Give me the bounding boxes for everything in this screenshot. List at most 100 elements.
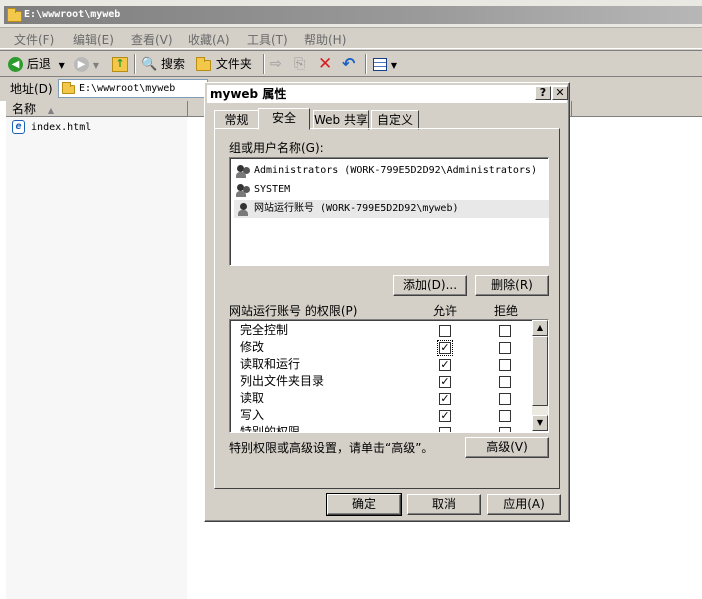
- views-button[interactable]: ▼: [373, 54, 397, 74]
- folder-icon: [7, 8, 22, 22]
- perm-name: 读取: [240, 391, 265, 405]
- user-name: 网站运行账号 (WORK-799E5D2D92\myweb): [254, 203, 459, 214]
- scroll-thumb[interactable]: [532, 336, 548, 406]
- deny-checkbox[interactable]: [499, 342, 511, 354]
- delete-button[interactable]: ✕: [318, 54, 332, 74]
- question-icon: ?: [539, 86, 547, 99]
- tab-general-label: 常规: [224, 113, 249, 127]
- perm-row: 列出文件夹目录: [240, 373, 324, 390]
- help-button[interactable]: ?: [535, 86, 551, 100]
- allow-checkbox[interactable]: ✓: [439, 410, 451, 422]
- tab-web-sharing[interactable]: Web 共享: [313, 110, 369, 130]
- search-label: 搜索: [161, 57, 186, 71]
- deny-column-label: 拒绝: [494, 304, 519, 318]
- menu-file[interactable]: 文件(F): [14, 31, 54, 48]
- menu-view[interactable]: 查看(V): [131, 31, 173, 48]
- address-input[interactable]: E:\wwwroot\myweb: [58, 79, 208, 98]
- deny-checkbox[interactable]: [499, 393, 511, 405]
- back-label: 后退: [26, 57, 51, 71]
- users-listbox[interactable]: Administrators (WORK-799E5D2D92\Administ…: [229, 157, 549, 266]
- toolbar-separator: [134, 54, 136, 74]
- remove-button[interactable]: 删除(R): [475, 275, 549, 296]
- folders-label: 文件夹: [215, 57, 252, 71]
- cancel-button[interactable]: 取消: [407, 494, 481, 515]
- sort-ascending-icon: ▲: [47, 106, 54, 115]
- allow-checkbox[interactable]: ✓: [437, 340, 453, 356]
- add-button[interactable]: 添加(D)...: [393, 275, 467, 296]
- allow-checkbox[interactable]: ✓: [439, 376, 451, 388]
- allow-checkbox[interactable]: [439, 325, 451, 337]
- ok-button[interactable]: 确定: [326, 493, 402, 516]
- scroll-up-icon[interactable]: ▲: [532, 320, 548, 336]
- groups-label: 组或用户名称(G):: [229, 141, 324, 155]
- move-to-button[interactable]: ⇨: [270, 54, 282, 74]
- forward-dropdown-icon[interactable]: ▼: [93, 61, 99, 70]
- window-title: E:\wwwroot\myweb: [4, 6, 702, 24]
- column-header-name[interactable]: 名称 ▲: [6, 101, 188, 117]
- deny-checkbox[interactable]: [499, 427, 511, 432]
- file-name: index.html: [31, 122, 92, 133]
- copy-to-button[interactable]: ⎘: [294, 54, 305, 74]
- scroll-down-icon[interactable]: ▼: [532, 415, 548, 431]
- html-file-icon: e: [12, 120, 25, 134]
- tab-general[interactable]: 常规: [214, 110, 259, 130]
- perm-row: 特别的权限: [240, 424, 301, 433]
- back-button[interactable]: ◀ 后退 ▼: [8, 54, 65, 74]
- tab-security[interactable]: 安全: [258, 108, 310, 130]
- menu-favorites[interactable]: 收藏(A): [188, 31, 230, 48]
- user-row-myweb[interactable]: 网站运行账号 (WORK-799E5D2D92\myweb): [234, 200, 549, 218]
- perm-name: 写入: [240, 408, 265, 422]
- allow-checkbox[interactable]: ✓: [439, 359, 451, 371]
- perm-row: 读取: [240, 390, 264, 407]
- properties-dialog: myweb 属性 ? ✕ 常规 安全 Web 共享 自定义 组或用户名称(G):…: [204, 82, 570, 522]
- allow-column-label: 允许: [433, 304, 458, 318]
- allow-checkbox[interactable]: [439, 427, 451, 432]
- undo-button[interactable]: ↶: [342, 54, 355, 74]
- perm-row: 写入: [240, 407, 264, 424]
- menu-tools[interactable]: 工具(T): [247, 31, 288, 48]
- views-icon: [373, 58, 387, 71]
- dialog-titlebar: myweb 属性 ? ✕: [207, 85, 568, 103]
- apply-button[interactable]: 应用(A): [487, 494, 561, 515]
- up-folder-button[interactable]: ↑: [112, 54, 128, 74]
- folders-button[interactable]: 文件夹: [196, 54, 252, 74]
- user-name: SYSTEM: [254, 184, 291, 195]
- close-icon: ✕: [555, 86, 565, 99]
- folders-icon: [196, 56, 211, 71]
- tab-custom[interactable]: 自定义: [371, 110, 419, 130]
- search-icon: 🔍: [141, 57, 158, 72]
- menu-help[interactable]: 帮助(H): [304, 31, 346, 48]
- forward-button[interactable]: ▶ ▼: [74, 54, 99, 74]
- tab-custom-label: 自定义: [376, 113, 413, 127]
- perm-row: 读取和运行: [240, 356, 300, 373]
- delete-icon: ✕: [318, 54, 333, 74]
- perm-name: 特别的权限: [240, 425, 301, 433]
- menu-edit[interactable]: 编辑(E): [73, 31, 114, 48]
- permissions-scrollbar[interactable]: ▲ ▼: [532, 320, 548, 431]
- file-item[interactable]: e index.html: [12, 120, 91, 136]
- column-divider: [571, 101, 572, 117]
- close-button[interactable]: ✕: [552, 86, 568, 100]
- toolbar-separator: [263, 54, 265, 74]
- copy-to-icon: ⎘: [294, 56, 306, 72]
- deny-checkbox[interactable]: [499, 376, 511, 388]
- allow-checkbox[interactable]: ✓: [439, 393, 451, 405]
- advanced-hint: 特别权限或高级设置，请单击“高级”。: [229, 441, 434, 455]
- deny-checkbox[interactable]: [499, 359, 511, 371]
- address-label: 地址(D): [10, 82, 53, 96]
- name-column-shade: [6, 117, 187, 599]
- user-name: Administrators (WORK-799E5D2D92\Administ…: [254, 165, 537, 176]
- group-icon: [236, 183, 252, 197]
- advanced-button[interactable]: 高级(V): [465, 437, 549, 458]
- user-row-administrators[interactable]: Administrators (WORK-799E5D2D92\Administ…: [234, 162, 549, 180]
- user-row-system[interactable]: SYSTEM: [234, 181, 549, 199]
- dialog-title: myweb 属性: [210, 87, 287, 101]
- undo-icon: ↶: [342, 54, 356, 73]
- toolbar-separator: [365, 54, 367, 74]
- back-dropdown-icon[interactable]: ▼: [59, 61, 65, 70]
- deny-checkbox[interactable]: [499, 325, 511, 337]
- search-button[interactable]: 🔍 搜索: [141, 54, 185, 74]
- tab-security-label: 安全: [271, 111, 296, 125]
- deny-checkbox[interactable]: [499, 410, 511, 422]
- perm-row: 修改: [240, 339, 264, 356]
